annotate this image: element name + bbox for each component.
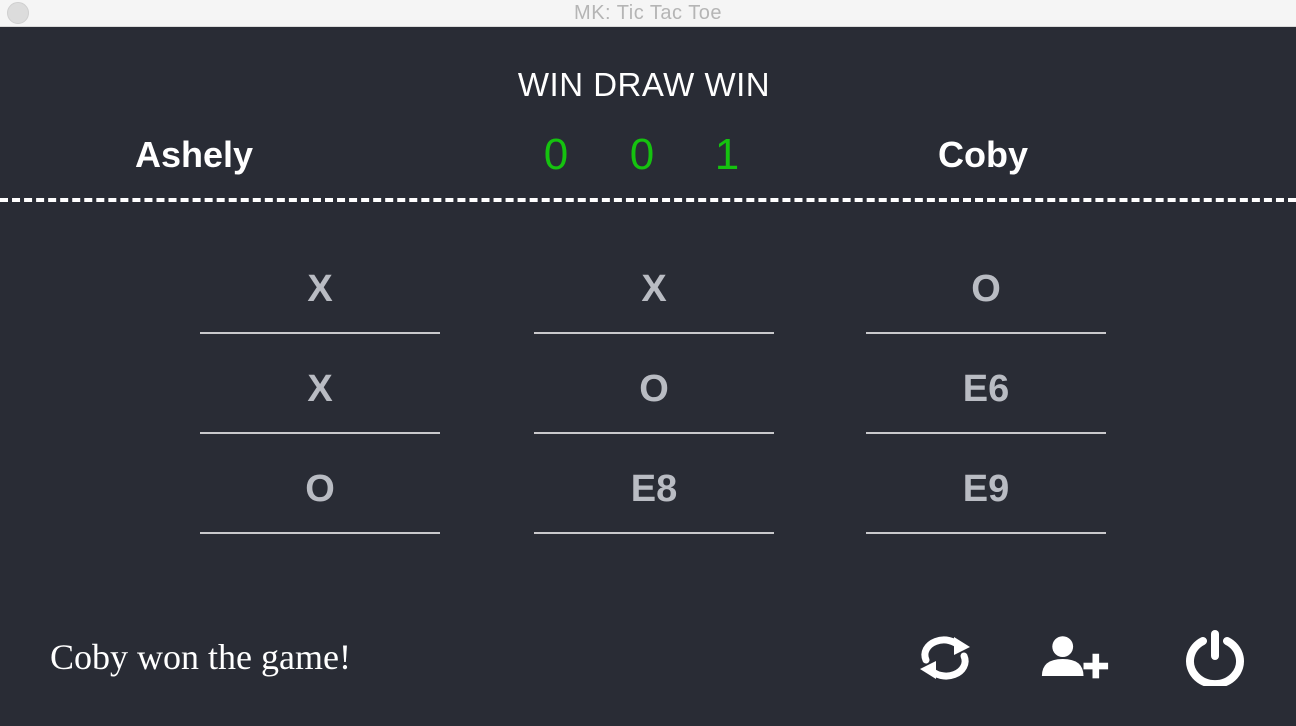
restart-icon — [920, 636, 970, 680]
board-cell-7[interactable]: O — [200, 436, 440, 534]
quit-button[interactable] — [1180, 628, 1250, 688]
cell-7-label: O — [305, 468, 335, 510]
player2-wins: 1 — [714, 130, 740, 179]
power-icon — [1186, 630, 1244, 686]
cell-5-label: O — [639, 368, 669, 410]
add-player-button[interactable] — [1040, 628, 1110, 688]
board-cell-1[interactable]: X — [200, 236, 440, 334]
cell-8-label: E8 — [630, 468, 678, 510]
window-title: MK: Tic Tac Toe — [574, 2, 722, 24]
cell-9-label: E9 — [962, 468, 1010, 510]
draws-count: 0 — [629, 130, 655, 179]
board-cell-3[interactable]: O — [866, 236, 1106, 334]
status-message: Coby won the game! — [50, 637, 351, 677]
board-cell-6[interactable]: E6 — [866, 336, 1106, 434]
cell-4-label: X — [307, 368, 333, 410]
board-cell-5[interactable]: O — [534, 336, 774, 434]
board-cell-8[interactable]: E8 — [534, 436, 774, 534]
title-bar: MK: Tic Tac Toe — [0, 0, 1296, 27]
divider — [0, 198, 1296, 202]
restart-button[interactable] — [910, 628, 980, 688]
board-cell-4[interactable]: X — [200, 336, 440, 434]
cell-1-label: X — [307, 268, 333, 310]
player1-name: Ashely — [134, 134, 254, 175]
board-cell-9[interactable]: E9 — [866, 436, 1106, 534]
player2-name: Coby — [938, 134, 1028, 175]
result-labels: WIN DRAW WIN — [517, 66, 771, 103]
player1-wins: 0 — [543, 130, 569, 179]
board-cell-2[interactable]: X — [534, 236, 774, 334]
add-player-icon — [1041, 636, 1109, 679]
cell-2-label: X — [641, 268, 667, 310]
cell-3-label: O — [971, 268, 1001, 310]
cell-6-label: E6 — [962, 368, 1010, 410]
